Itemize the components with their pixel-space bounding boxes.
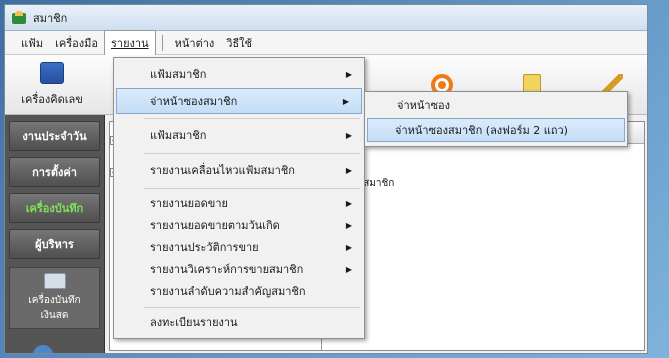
cash-register-tile[interactable]: เครื่องบันทึก เงินสด bbox=[9, 267, 100, 329]
menu-divider bbox=[144, 188, 360, 189]
menu-bar: แฟ้ม เครื่องมือ รายงาน หน้าต่าง วิธีใช้ bbox=[5, 30, 647, 55]
window-title: สมาชิก bbox=[33, 11, 68, 25]
menu-reports[interactable]: รายงาน bbox=[104, 30, 156, 55]
title-bar: สมาชิก bbox=[5, 5, 647, 31]
calculator-icon bbox=[40, 61, 64, 84]
submenu-item-envelope-2-rows[interactable]: จ่าหน้าซองสมาชิก (ลงฟอร์ม 2 แถว) bbox=[367, 118, 625, 142]
envelope-submenu: จ่าหน้าซอง จ่าหน้าซองสมาชิก (ลงฟอร์ม 2 แ… bbox=[364, 91, 628, 147]
menu-divider bbox=[144, 153, 360, 154]
report-item-sales[interactable]: รายงานยอดขาย ▶ bbox=[114, 193, 364, 215]
menu-item-label: รายงานประวัติการขาย bbox=[150, 241, 259, 254]
app-icon bbox=[11, 10, 27, 25]
reports-menu: แฟ้มสมาชิก ▶ จ่าหน้าซองสมาชิก ▶ แฟ้มสมาชิก… bbox=[113, 57, 365, 339]
sidebar-executive[interactable]: ผู้บริหาร bbox=[9, 229, 100, 259]
report-item-member-priority[interactable]: รายงานลำดับความสำคัญสมาชิก bbox=[114, 281, 364, 303]
menu-tools[interactable]: เครื่องมือ bbox=[49, 31, 104, 55]
menu-divider bbox=[144, 307, 360, 308]
report-item-envelope[interactable]: จ่าหน้าซองสมาชิก ▶ bbox=[116, 88, 362, 114]
submenu-arrow-icon: ▶ bbox=[345, 131, 352, 140]
submenu-arrow-icon: ▶ bbox=[345, 199, 352, 208]
calculator-button[interactable]: เครื่องคิดเลข bbox=[5, 55, 99, 114]
menu-help[interactable]: วิธีใช้ bbox=[220, 31, 258, 55]
report-item-member-file[interactable]: แฟ้มสมาชิก ▶ bbox=[114, 62, 364, 88]
cash-register-icon bbox=[43, 273, 66, 289]
report-item-sales-analysis[interactable]: รายงานวิเคราะห์การขายสมาชิก ▶ bbox=[114, 259, 364, 281]
menu-item-label: รายงานยอดขาย bbox=[150, 197, 228, 210]
submenu-arrow-icon: ▶ bbox=[345, 243, 352, 252]
menu-item-label: จ่าหน้าซองสมาชิก bbox=[150, 95, 238, 108]
report-item-sales-by-birthday[interactable]: รายงานยอดขายตามวันเกิด ▶ bbox=[114, 215, 364, 237]
menu-item-label: รายงานวิเคราะห์การขายสมาชิก bbox=[150, 263, 304, 276]
sidebar-daily-work[interactable]: งานประจำวัน bbox=[9, 121, 100, 151]
sidebar: งานประจำวัน การตั้งค่า เครื่องบันทึก ผู้… bbox=[5, 115, 105, 353]
menu-item-label: ลงทะเบียนรายงาน bbox=[150, 316, 238, 329]
calculator-label: เครื่องคิดเลข bbox=[21, 92, 83, 106]
report-item-member-file-2[interactable]: แฟ้มสมาชิก ▶ bbox=[114, 123, 364, 149]
partial-icon bbox=[33, 345, 53, 353]
sidebar-settings[interactable]: การตั้งค่า bbox=[9, 157, 100, 187]
cash-register-label: เครื่องบันทึก เงินสด bbox=[28, 295, 81, 321]
menu-separator bbox=[161, 34, 163, 51]
menu-divider bbox=[144, 118, 360, 119]
menu-item-label: รายงานเคลื่อนไหวแฟ้มสมาชิก bbox=[150, 164, 295, 177]
menu-item-label: แฟ้มสมาชิก bbox=[150, 129, 207, 142]
menu-file[interactable]: แฟ้ม bbox=[15, 31, 49, 55]
menu-item-label: รายงานยอดขายตามวันเกิด bbox=[150, 219, 280, 232]
report-item-register[interactable]: ลงทะเบียนรายงาน bbox=[114, 312, 364, 334]
submenu-arrow-icon: ▶ bbox=[342, 97, 349, 106]
submenu-arrow-icon: ▶ bbox=[345, 70, 352, 79]
sidebar-cash-register[interactable]: เครื่องบันทึก bbox=[9, 193, 100, 223]
submenu-arrow-icon: ▶ bbox=[345, 221, 352, 230]
submenu-arrow-icon: ▶ bbox=[345, 166, 352, 175]
submenu-arrow-icon: ▶ bbox=[345, 265, 352, 274]
menu-window[interactable]: หน้าต่าง bbox=[169, 31, 221, 55]
report-item-sales-history[interactable]: รายงานประวัติการขาย ▶ bbox=[114, 237, 364, 259]
submenu-item-envelope[interactable]: จ่าหน้าซอง bbox=[367, 94, 625, 118]
menu-item-label: รายงานลำดับความสำคัญสมาชิก bbox=[150, 285, 306, 298]
report-item-member-movement[interactable]: รายงานเคลื่อนไหวแฟ้มสมาชิก ▶ bbox=[114, 158, 364, 184]
menu-item-label: แฟ้มสมาชิก bbox=[150, 68, 207, 81]
